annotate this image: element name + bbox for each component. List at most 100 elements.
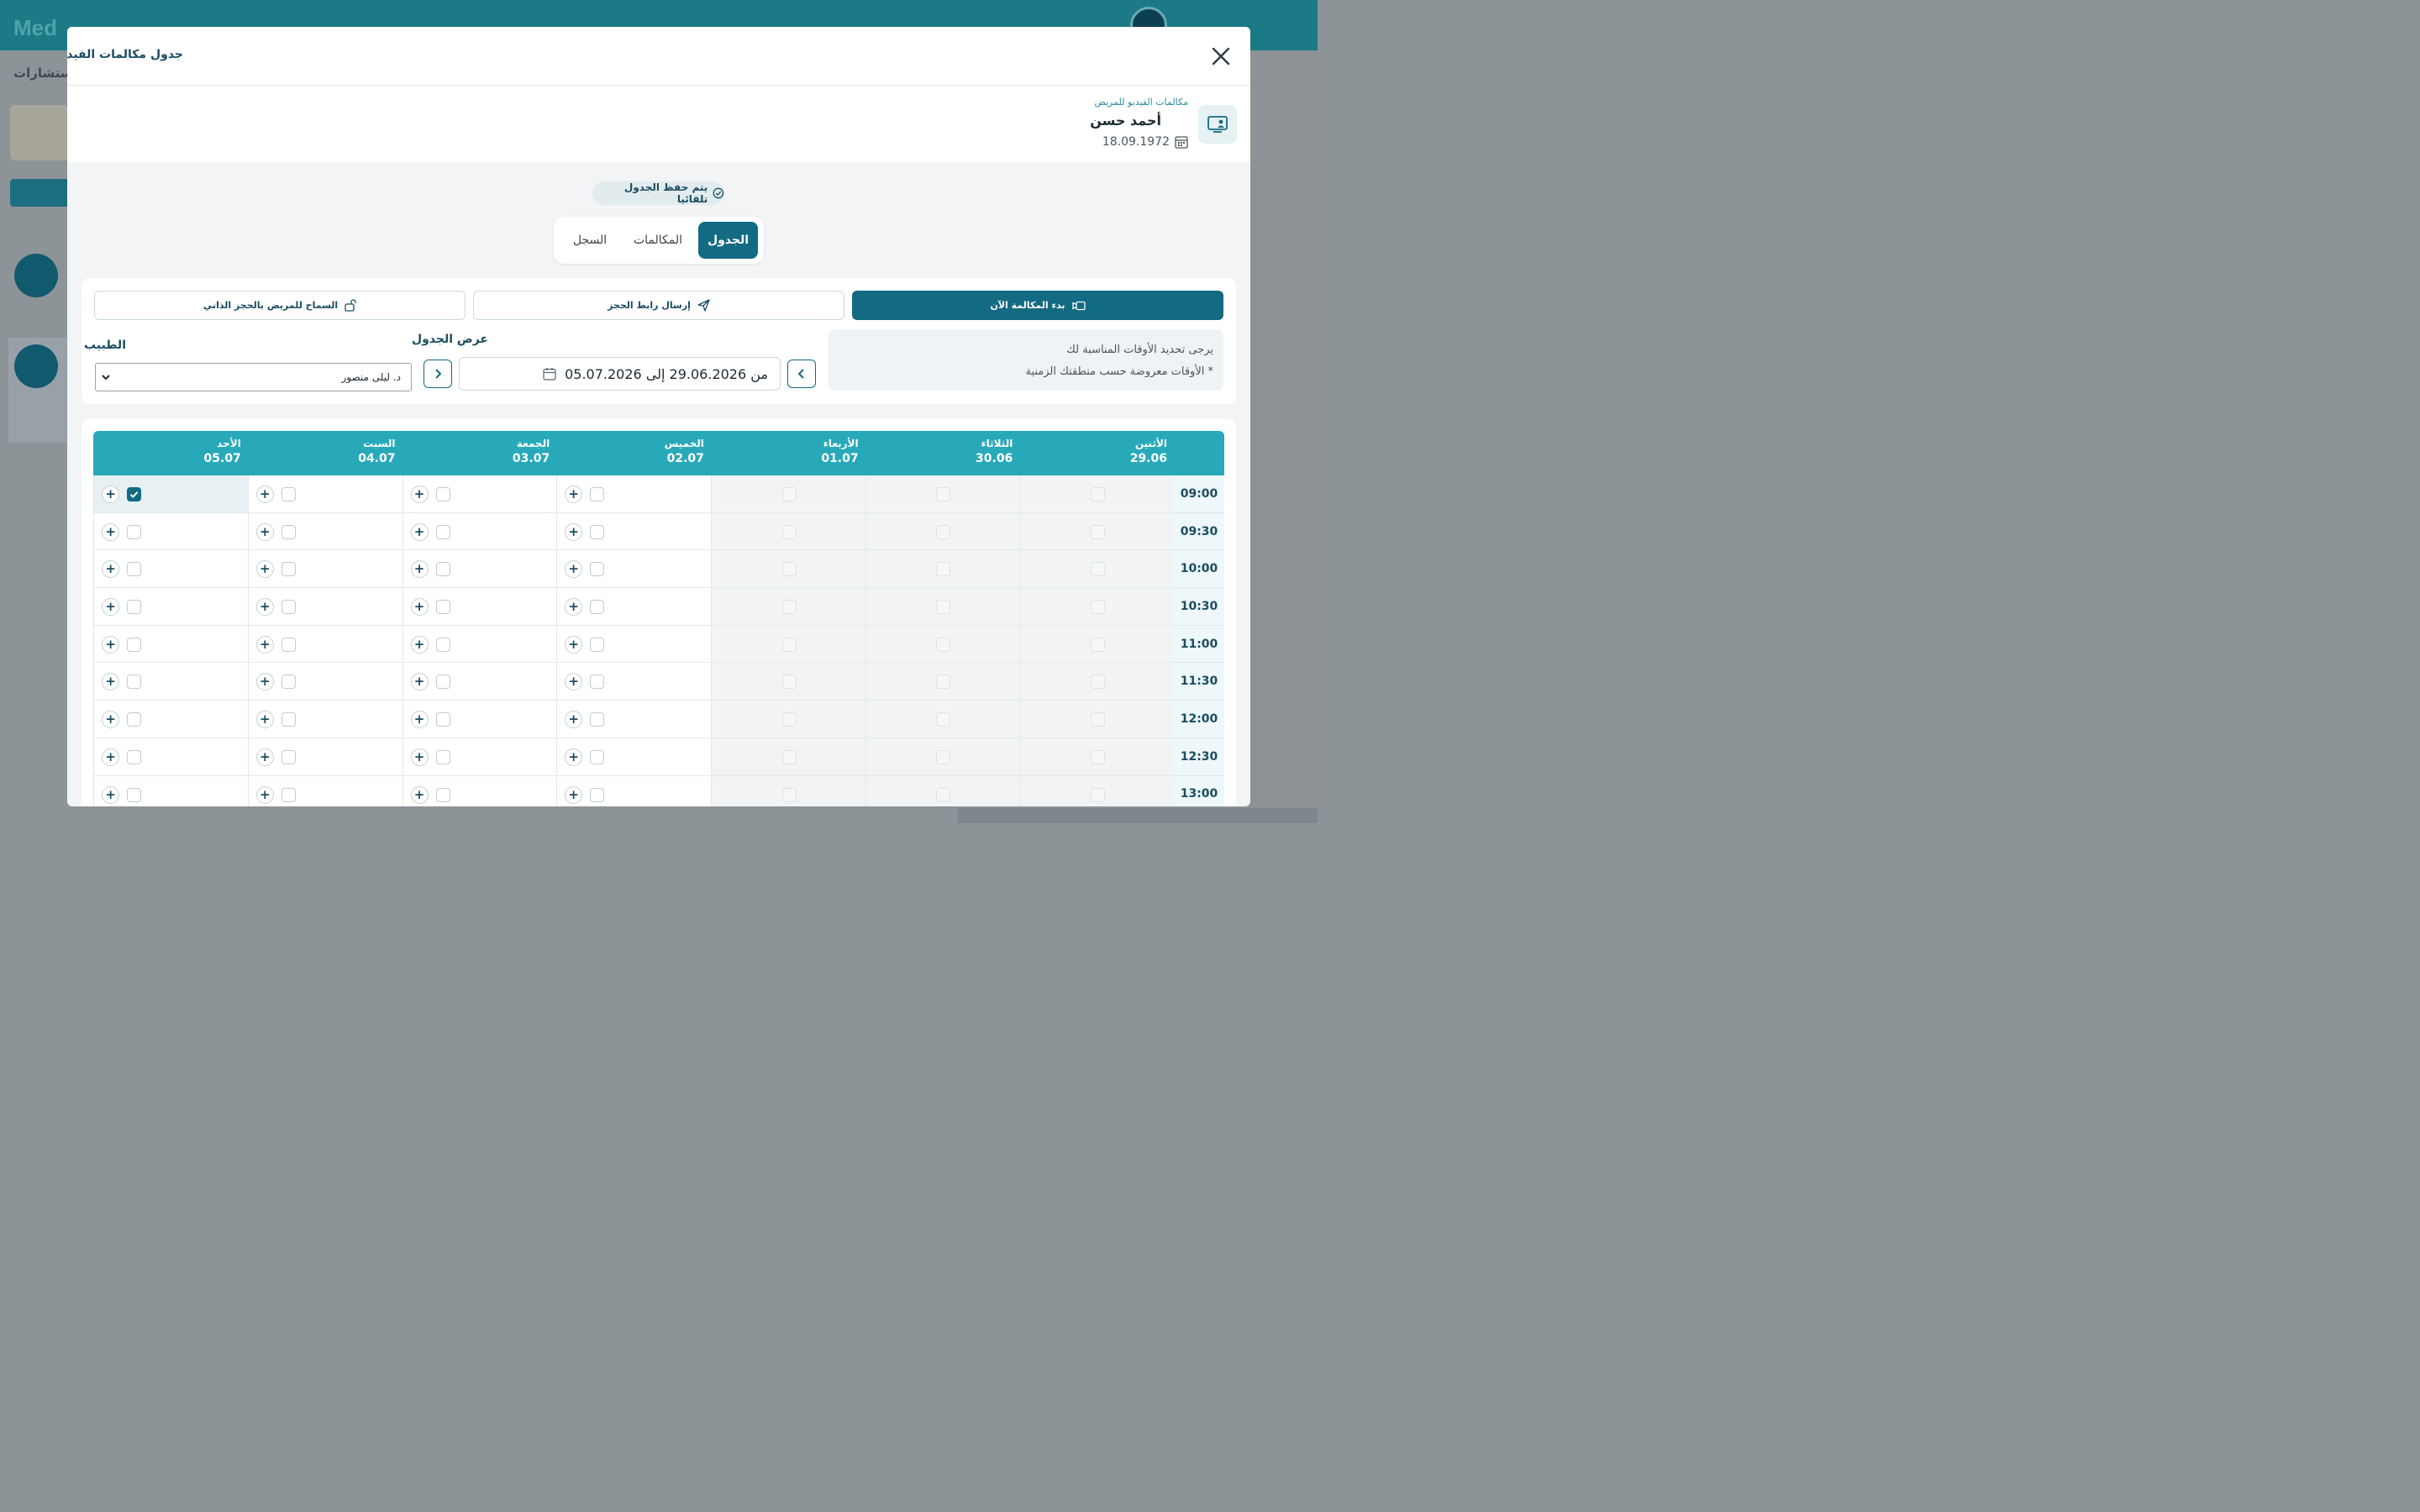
calendar-icon [1175,136,1188,149]
time-slot-cell [865,512,1020,550]
date-range-value: من 29.06.2026 إلى 05.07.2026 [565,365,768,382]
slot-checkbox[interactable] [127,562,142,577]
time-slot-cell: + [93,663,248,701]
add-slot-button[interactable]: + [102,560,120,579]
slot-checkbox[interactable] [590,787,605,802]
add-slot-button[interactable]: + [565,486,583,503]
add-slot-button[interactable]: + [410,711,429,729]
add-slot-button[interactable]: + [410,522,429,541]
add-slot-button[interactable]: + [565,673,583,691]
time-label: 13:00 [1174,775,1224,806]
slot-checkbox[interactable] [281,600,296,615]
slot-checkbox[interactable] [281,524,296,539]
slot-checkbox[interactable] [281,712,296,727]
add-slot-button[interactable]: + [255,748,274,766]
slot-checkbox[interactable] [281,562,296,577]
slot-checkbox[interactable] [127,675,142,690]
close-button[interactable] [1210,45,1232,67]
doctor-label: الطبيب [84,339,126,352]
slot-checkbox[interactable] [127,787,142,802]
date-range-field[interactable]: من 29.06.2026 إلى 05.07.2026 [459,357,781,391]
slot-checkbox[interactable] [435,712,450,727]
add-slot-button[interactable]: + [255,785,274,804]
slot-checkbox [936,675,951,690]
add-slot-button[interactable]: + [565,598,583,617]
prev-week-button[interactable] [787,360,816,388]
timezone-info: يرجى تحديد الأوقات المناسبة لك * الأوقات… [829,329,1223,391]
check-circle-icon [713,187,724,199]
slot-checkbox[interactable] [435,562,450,577]
add-slot-button[interactable]: + [410,785,429,804]
start-call-button[interactable]: بدء المكالمة الآن [852,291,1223,320]
slot-checkbox[interactable] [590,637,605,652]
slot-checkbox[interactable] [435,749,450,764]
add-slot-button[interactable]: + [255,673,274,691]
add-slot-button[interactable]: + [410,673,429,691]
slot-checkbox[interactable] [127,637,142,652]
slot-checkbox[interactable] [590,675,605,690]
doctor-select[interactable]: د. ليلى منصور [95,363,412,391]
add-slot-button[interactable]: + [255,522,274,541]
add-slot-button[interactable]: + [102,522,120,541]
time-slot-cell [865,738,1020,775]
add-slot-button[interactable]: + [102,486,120,503]
tab-log[interactable]: السجل [560,222,619,259]
self-booking-button[interactable]: السماح للمريض بالحجز الذاتي [94,291,466,320]
slot-checkbox[interactable] [435,600,450,615]
slot-checkbox[interactable] [435,787,450,802]
add-slot-button[interactable]: + [565,785,583,804]
slot-checkbox[interactable] [127,524,142,539]
add-slot-button[interactable]: + [255,598,274,617]
slot-checkbox[interactable] [127,600,142,615]
add-slot-button[interactable]: + [410,486,429,503]
add-slot-button[interactable]: + [565,748,583,766]
video-camera-icon [1071,301,1086,310]
time-slot-cell: + [556,550,711,588]
add-slot-button[interactable]: + [565,560,583,579]
add-slot-button[interactable]: + [255,711,274,729]
slot-checkbox[interactable] [281,487,296,501]
add-slot-button[interactable]: + [102,635,120,654]
add-slot-button[interactable]: + [102,748,120,766]
slot-checkbox[interactable] [590,600,605,615]
add-slot-button[interactable]: + [102,711,120,729]
add-slot-button[interactable]: + [565,635,583,654]
add-slot-button[interactable]: + [410,635,429,654]
add-slot-button[interactable]: + [102,598,120,617]
add-slot-button[interactable]: + [410,598,429,617]
slot-checkbox[interactable] [435,675,450,690]
add-slot-button[interactable]: + [410,560,429,579]
day-date: 05.07 [203,452,241,465]
slot-checkbox[interactable] [281,675,296,690]
slot-checkbox[interactable] [127,712,142,727]
add-slot-button[interactable]: + [410,748,429,766]
slot-checkbox[interactable] [127,487,142,501]
slot-checkbox[interactable] [435,524,450,539]
slot-checkbox[interactable] [435,487,450,501]
slot-checkbox[interactable] [281,787,296,802]
slot-checkbox[interactable] [435,637,450,652]
add-slot-button[interactable]: + [255,635,274,654]
slot-checkbox[interactable] [281,637,296,652]
add-slot-button[interactable]: + [102,673,120,691]
slot-checkbox[interactable] [590,562,605,577]
add-slot-button[interactable]: + [102,785,120,804]
slot-checkbox[interactable] [281,749,296,764]
add-slot-button[interactable]: + [565,522,583,541]
add-slot-button[interactable]: + [565,711,583,729]
add-slot-button[interactable]: + [255,486,274,503]
day-date: 01.07 [821,452,859,465]
slot-checkbox[interactable] [590,524,605,539]
day-name: الأحد [217,438,241,449]
tab-calls[interactable]: المكالمات [624,222,692,259]
send-link-button[interactable]: إرسال رابط الحجز [473,291,844,320]
slot-checkbox[interactable] [590,487,605,501]
slot-checkbox[interactable] [127,749,142,764]
next-week-button[interactable] [424,360,452,388]
tab-schedule[interactable]: الجدول [698,222,758,259]
add-slot-button[interactable]: + [255,560,274,579]
slot-checkbox[interactable] [590,712,605,727]
slot-checkbox[interactable] [590,749,605,764]
info-line-2: * الأوقات معروضة حسب منطقتك الزمنية [1025,365,1213,378]
bg-notice-card [10,105,69,160]
